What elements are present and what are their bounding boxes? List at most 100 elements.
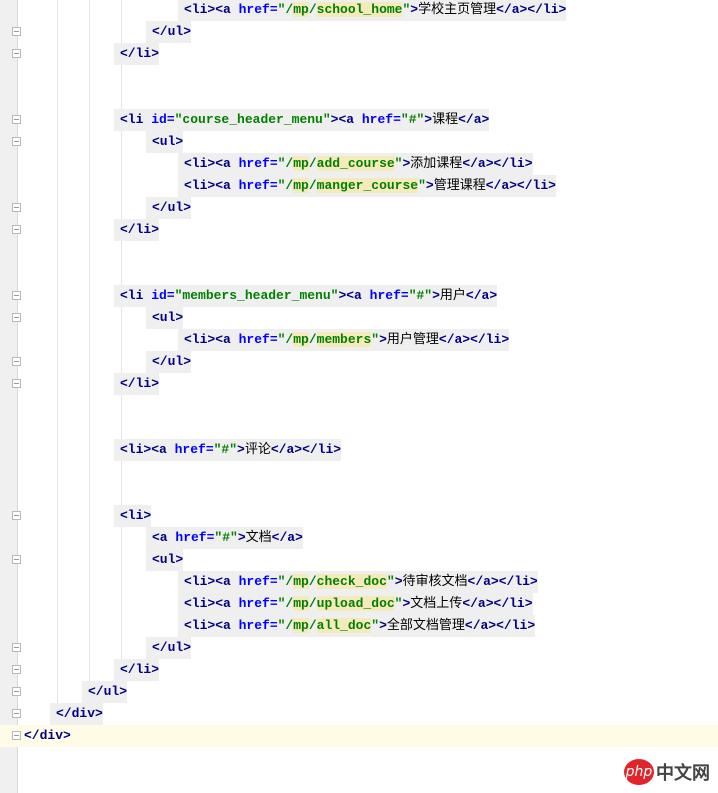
fold-marker-icon[interactable] [12, 357, 21, 366]
code-content: <li><a href="/mp/members">用户管理</a></li> [178, 329, 510, 351]
value-token: "members_header_menu" [174, 288, 339, 303]
code-content: </ul> [146, 197, 192, 219]
tag-token: <a [152, 530, 176, 545]
tag-token: </a></li> [464, 618, 536, 633]
code-line[interactable]: <a href="#">文档</a> [0, 527, 718, 549]
fold-marker-icon[interactable] [12, 643, 21, 652]
code-line[interactable]: </ul> [0, 197, 718, 219]
fold-marker-icon[interactable] [12, 137, 21, 146]
tag-token: </ul> [88, 684, 128, 699]
code-line[interactable] [0, 461, 718, 483]
value-token: / [308, 156, 317, 171]
attr-token: href= [238, 332, 278, 347]
value-token: " [371, 618, 380, 633]
tag-token: </ul> [152, 200, 192, 215]
code-line[interactable]: </li> [0, 43, 718, 65]
fold-marker-icon[interactable] [12, 379, 21, 388]
value-token: / [308, 574, 317, 589]
value-token: / [308, 178, 317, 193]
tag-token: > [394, 574, 403, 589]
fold-marker-icon[interactable] [12, 555, 21, 564]
code-line[interactable]: </li> [0, 659, 718, 681]
tag-token: ><a [330, 112, 362, 127]
code-line[interactable]: </ul> [0, 681, 718, 703]
tag-token: </div> [24, 728, 71, 743]
code-content: </li> [114, 43, 160, 65]
code-line[interactable]: </ul> [0, 351, 718, 373]
code-line[interactable]: <ul> [0, 131, 718, 153]
fold-marker-icon[interactable] [12, 49, 21, 58]
tag-token: </ul> [152, 24, 192, 39]
code-content: </ul> [146, 637, 192, 659]
code-line[interactable]: </ul> [0, 637, 718, 659]
code-line[interactable]: <li><a href="/mp/school_home">学校主页管理</a>… [0, 0, 718, 21]
code-content: <a href="#">文档</a> [146, 527, 303, 549]
attr-token: href= [238, 618, 278, 633]
code-line[interactable] [0, 65, 718, 87]
code-line[interactable]: <li id="members_header_menu"><a href="#"… [0, 285, 718, 307]
attr-token: href= [238, 178, 278, 193]
code-line[interactable]: <li><a href="/mp/members">用户管理</a></li> [0, 329, 718, 351]
fold-marker-icon[interactable] [12, 313, 21, 322]
code-content: </div> [18, 725, 71, 747]
code-line[interactable]: <ul> [0, 549, 718, 571]
code-line[interactable] [0, 395, 718, 417]
tag-token: ><a [338, 288, 370, 303]
attr-token: href= [238, 596, 278, 611]
code-line[interactable]: </li> [0, 219, 718, 241]
value-token: "/ [277, 156, 294, 171]
fold-marker-icon[interactable] [12, 27, 21, 36]
tag-token: <ul> [152, 310, 184, 325]
tag-token: <ul> [152, 552, 184, 567]
attr-token: href= [361, 112, 401, 127]
tag-token: </a></li> [438, 332, 510, 347]
code-content: </li> [114, 219, 160, 241]
tag-token: </a></li> [462, 596, 533, 611]
tag-token: </li> [120, 376, 160, 391]
path-token: upload_doc [316, 596, 395, 611]
path-token: mp [293, 178, 309, 193]
tag-token: > [432, 288, 440, 303]
code-line[interactable]: <li><a href="/mp/add_course">添加课程</a></l… [0, 153, 718, 175]
fold-marker-icon[interactable] [12, 665, 21, 674]
code-line[interactable]: <li><a href="/mp/all_doc">全部文档管理</a></li… [0, 615, 718, 637]
code-line[interactable] [0, 483, 718, 505]
fold-marker-icon[interactable] [12, 225, 21, 234]
value-token: / [308, 2, 317, 17]
code-line[interactable] [0, 241, 718, 263]
code-line[interactable] [0, 87, 718, 109]
path-token: school_home [316, 2, 403, 17]
tag-token: <li><a [120, 442, 175, 457]
tag-token: > [424, 112, 433, 127]
code-line[interactable]: <li><a href="/mp/check_doc">待审核文档</a></l… [0, 571, 718, 593]
text-token: 评论 [244, 442, 271, 457]
text-token: 用户管理 [386, 332, 439, 347]
attr-token: href= [175, 530, 215, 545]
code-line[interactable] [0, 263, 718, 285]
fold-marker-icon[interactable] [12, 709, 21, 718]
path-token: mp [293, 2, 309, 17]
fold-marker-icon[interactable] [12, 511, 21, 520]
code-line[interactable]: <li><a href="/mp/upload_doc">文档上传</a></l… [0, 593, 718, 615]
code-line[interactable]: <li id="course_header_menu"><a href="#">… [0, 109, 718, 131]
code-line[interactable]: <li><a href="#">评论</a></li> [0, 439, 718, 461]
code-content: </div> [50, 703, 103, 725]
code-line[interactable]: <li><a href="/mp/manger_course">管理课程</a>… [0, 175, 718, 197]
code-line[interactable]: <li> [0, 505, 718, 527]
fold-marker-icon[interactable] [12, 687, 21, 696]
fold-marker-icon[interactable] [12, 291, 21, 300]
code-line[interactable]: </li> [0, 373, 718, 395]
code-content: <li id="members_header_menu"><a href="#"… [114, 285, 498, 307]
code-line[interactable]: </ul> [0, 21, 718, 43]
code-line[interactable]: <ul> [0, 307, 718, 329]
code-line[interactable] [0, 417, 718, 439]
code-line[interactable]: </div> [0, 703, 718, 725]
code-line[interactable]: </div> [0, 725, 718, 747]
code-content: <li><a href="#">评论</a></li> [114, 439, 342, 461]
path-token: check_doc [316, 574, 387, 589]
tag-token: > [410, 2, 419, 17]
fold-marker-icon[interactable] [12, 115, 21, 124]
tag-token: </a></li> [270, 442, 342, 457]
tag-token: > [237, 442, 245, 457]
fold-marker-icon[interactable] [12, 203, 21, 212]
